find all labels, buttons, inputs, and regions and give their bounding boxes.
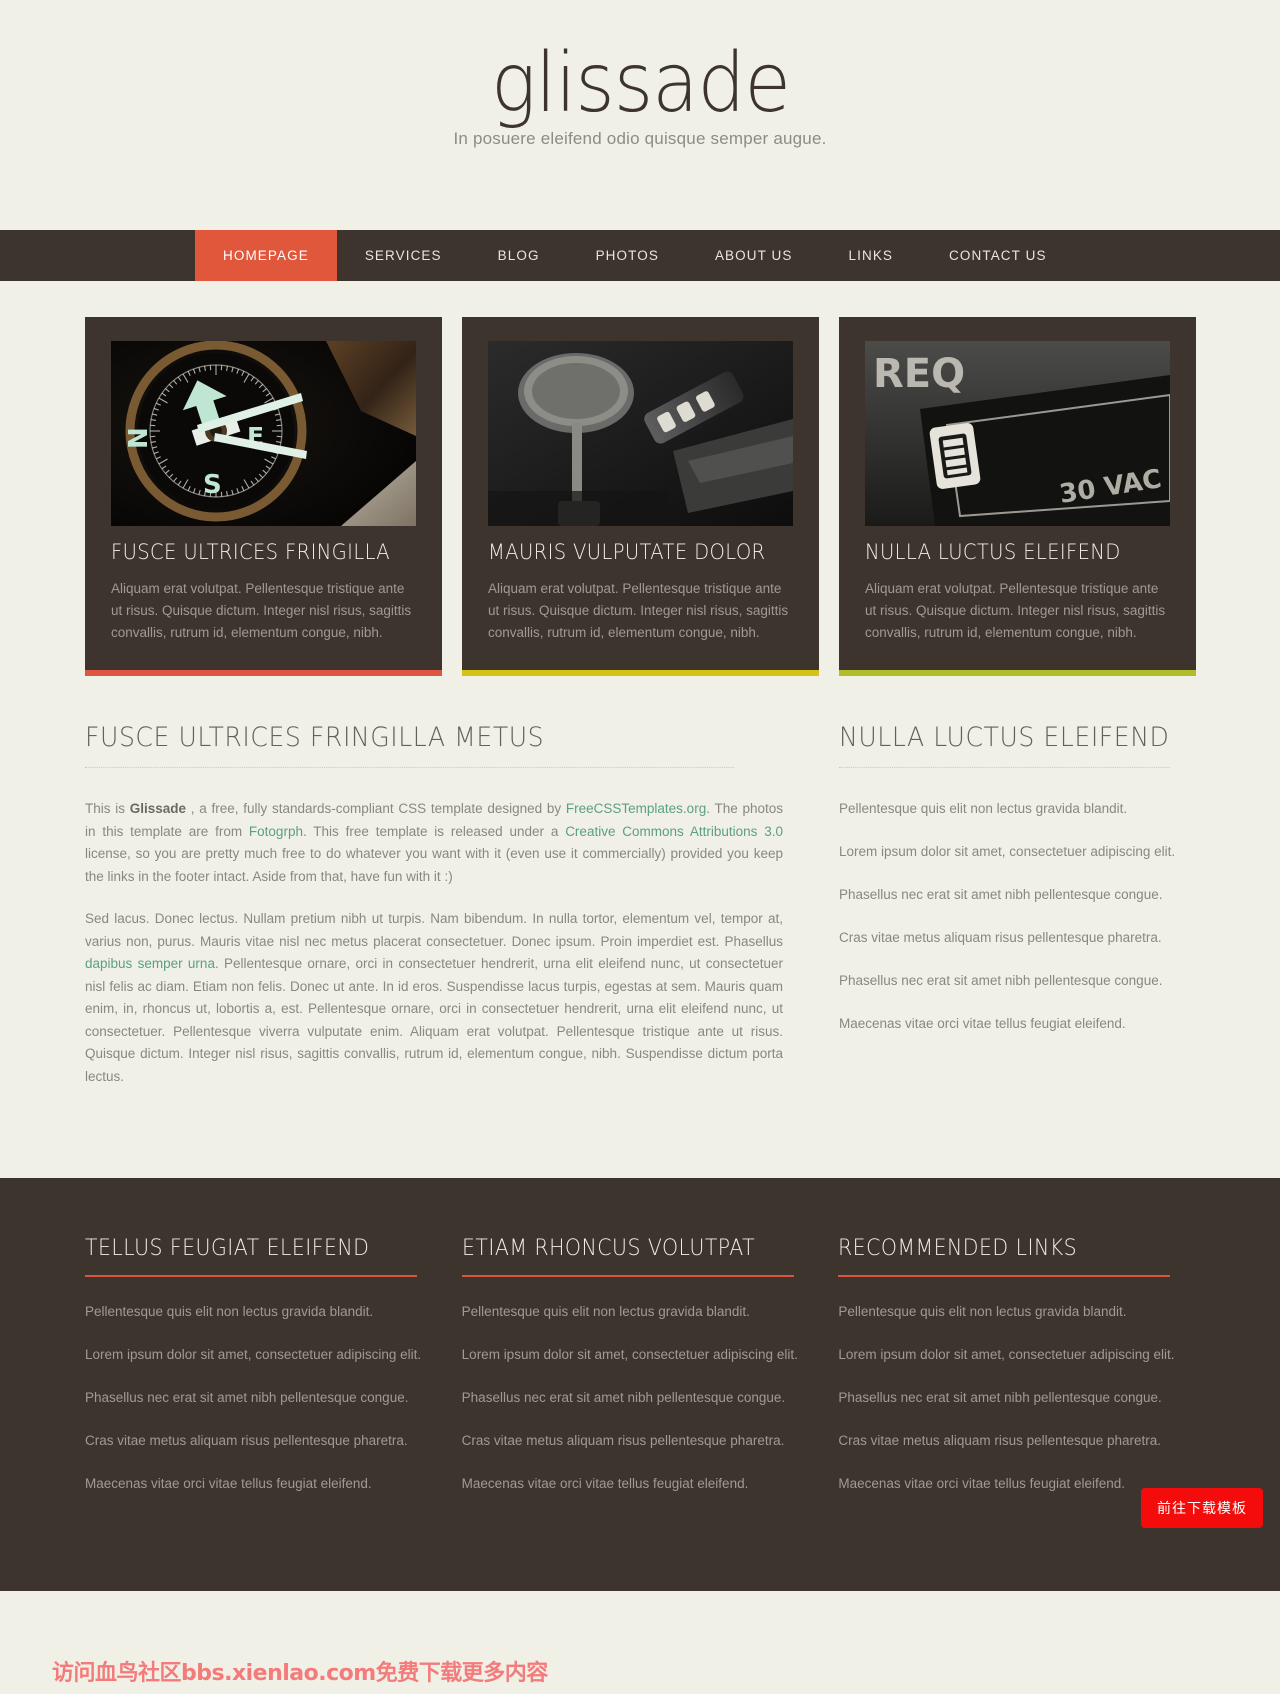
intro-text-5: license, so you are pretty much free to …	[85, 846, 783, 884]
footer-list-item: Maecenas vitae orci vitae tellus feugiat…	[85, 1476, 372, 1491]
feature-box-title: MAURIS VULPUTATE DOLOR	[488, 540, 766, 564]
feature-box-inner: N E S FUSCE ULTRICES FRINGILLA Aliquam er…	[111, 341, 416, 670]
nav-item-blog[interactable]: BLOG	[470, 230, 568, 281]
footer-column: TELLUS FEUGIAT ELEIFEND Pellentesque quis…	[85, 1236, 442, 1516]
dapibus-link[interactable]: dapibus semper urna	[85, 956, 215, 971]
feature-box-title: FUSCE ULTRICES FRINGILLA	[111, 540, 391, 564]
lorem-text-2: . Pellentesque ornare, orci in consectet…	[85, 956, 784, 1084]
feature-box: N E S FUSCE ULTRICES FRINGILLA Aliquam er…	[85, 317, 442, 676]
sidebar-list-item: Lorem ipsum dolor sit amet, consectetuer…	[839, 844, 1176, 859]
sidebar-list: Pellentesque quis elit non lectus gravid…	[839, 798, 1195, 1035]
sidebar-column: NULLA LUCTUS ELEIFEND Pellentesque quis …	[839, 722, 1195, 1108]
watermark-text: 访问血鸟社区bbs.xienlao.com免费下载更多内容	[52, 1661, 548, 1686]
nav-item-services[interactable]: SERVICES	[337, 230, 470, 281]
content-column: FUSCE ULTRICES FRINGILLA METUS This is G…	[85, 722, 783, 1108]
footer-list-item: Cras vitae metus aliquam risus pellentes…	[461, 1433, 785, 1448]
footer-list-item: Pellentesque quis elit non lectus gravid…	[85, 1304, 374, 1319]
feature-box-body: REQ 30 VAC NULLA LUCTUS ELEIFEND Aliquam …	[839, 317, 1196, 670]
footer-list-item: Pellentesque quis elit non lectus gravid…	[838, 1304, 1127, 1319]
feature-box: REQ 30 VAC NULLA LUCTUS ELEIFEND Aliquam …	[839, 317, 1196, 676]
main-navigation-bar: HOMEPAGE SERVICES BLOG PHOTOS ABOUT US LINKS C…	[0, 230, 1280, 281]
sidebar-list-item: Phasellus nec erat sit amet nibh pellent…	[839, 887, 1163, 902]
site-logo[interactable]: glissade	[491, 40, 791, 127]
intro-text-2: , a free, fully standards-compliant CSS …	[186, 801, 566, 816]
footer-list-item: Lorem ipsum dolor sit amet, consectetuer…	[838, 1347, 1175, 1362]
footer-column: RECOMMENDED LINKS Pellentesque quis elit …	[838, 1236, 1195, 1516]
lorem-paragraph: Sed lacus. Donec lectus. Nullam pretium …	[85, 908, 783, 1088]
footer-list-item: Cras vitae metus aliquam risus pellentes…	[85, 1433, 408, 1448]
nav-item-about-us[interactable]: ABOUT US	[687, 230, 821, 281]
footer-list-item: Maecenas vitae orci vitae tellus feugiat…	[461, 1476, 749, 1491]
fotogrph-link[interactable]: Fotogrph	[249, 824, 303, 839]
sidebar-list-item: Maecenas vitae orci vitae tellus feugiat…	[839, 1016, 1126, 1031]
svg-text:REQ: REQ	[873, 351, 965, 397]
feature-box-accent-strip	[839, 670, 1196, 676]
feature-box: MAURIS VULPUTATE DOLOR Aliquam erat volut…	[462, 317, 819, 676]
content-heading: FUSCE ULTRICES FRINGILLA METUS	[85, 722, 735, 768]
sidebar-list-item: Phasellus nec erat sit amet nibh pellent…	[839, 973, 1163, 988]
feature-box-accent-strip	[462, 670, 819, 676]
intro-paragraph: This is Glissade , a free, fully standar…	[85, 798, 783, 888]
nav-item-contact-us[interactable]: CONTACT US	[921, 230, 1075, 281]
feature-box-body: N E S FUSCE ULTRICES FRINGILLA Aliquam er…	[85, 317, 442, 670]
footer-list-item: Lorem ipsum dolor sit amet, consectetuer…	[461, 1347, 798, 1362]
macro-machine-photo	[488, 341, 793, 526]
footer-list-item: Phasellus nec erat sit amet nibh pellent…	[85, 1390, 409, 1405]
feature-boxes-section: N E S FUSCE ULTRICES FRINGILLA Aliquam er…	[0, 281, 1280, 722]
sidebar-heading: NULLA LUCTUS ELEIFEND	[839, 722, 1171, 768]
feature-box-accent-strip	[85, 670, 442, 676]
site-header: glissade In posuere eleifend odio quisqu…	[0, 0, 1280, 230]
download-template-button[interactable]: 前往下载模板	[1141, 1488, 1263, 1528]
feature-box-title: NULLA LUCTUS ELEIFEND	[865, 540, 1121, 564]
sidebar-list-item: Cras vitae metus aliquam risus pellentes…	[839, 930, 1162, 945]
compass-photo: N E S	[111, 341, 416, 526]
feature-box-text: Aliquam erat volutpat. Pellentesque tris…	[865, 581, 1166, 640]
footer-list-item: Phasellus nec erat sit amet nibh pellent…	[461, 1390, 786, 1405]
lorem-text-1: Sed lacus. Donec lectus. Nullam pretium …	[85, 911, 783, 949]
brand-name: Glissade	[129, 801, 187, 816]
intro-text-1: This is	[85, 801, 130, 816]
sidebar-list-item: Pellentesque quis elit non lectus gravid…	[839, 801, 1128, 816]
freecsstemplates-link[interactable]: FreeCSSTemplates.org	[566, 801, 706, 816]
intro-text-4: . This free template is released under a	[302, 823, 566, 839]
nav-item-photos[interactable]: PHOTOS	[568, 230, 687, 281]
feature-box-inner: REQ 30 VAC NULLA LUCTUS ELEIFEND Aliquam …	[865, 341, 1170, 670]
footer-column-title: RECOMMENDED LINKS	[838, 1236, 1171, 1277]
footer-list-item: Lorem ipsum dolor sit amet, consectetuer…	[85, 1347, 422, 1362]
main-navigation: HOMEPAGE SERVICES BLOG PHOTOS ABOUT US LINKS C…	[195, 230, 1075, 281]
footer-column-title: ETIAM RHONCUS VOLUTPAT	[461, 1236, 794, 1277]
switch-panel-photo: REQ 30 VAC	[865, 341, 1170, 526]
feature-box-text: Aliquam erat volutpat. Pellentesque tris…	[111, 581, 412, 640]
svg-text:S: S	[203, 470, 222, 500]
site-footer: TELLUS FEUGIAT ELEIFEND Pellentesque quis…	[0, 1178, 1280, 1591]
footer-columns: TELLUS FEUGIAT ELEIFEND Pellentesque quis…	[85, 1236, 1195, 1516]
creative-commons-link[interactable]: Creative Commons Attributions 3.0	[565, 824, 783, 839]
footer-list-item: Pellentesque quis elit non lectus gravid…	[461, 1304, 750, 1319]
feature-box-body: MAURIS VULPUTATE DOLOR Aliquam erat volut…	[462, 317, 819, 670]
footer-column-title: TELLUS FEUGIAT ELEIFEND	[85, 1236, 417, 1277]
footer-list-item: Cras vitae metus aliquam risus pellentes…	[838, 1433, 1162, 1448]
feature-boxes: N E S FUSCE ULTRICES FRINGILLA Aliquam er…	[85, 317, 1196, 676]
feature-box-inner: MAURIS VULPUTATE DOLOR Aliquam erat volut…	[488, 341, 793, 670]
svg-text:N: N	[124, 427, 154, 449]
site-tagline: In posuere eleifend odio quisque semper …	[453, 129, 827, 149]
footer-list-item: Phasellus nec erat sit amet nibh pellent…	[838, 1390, 1162, 1405]
footer-column: ETIAM RHONCUS VOLUTPAT Pellentesque quis …	[461, 1236, 819, 1516]
nav-item-homepage[interactable]: HOMEPAGE	[195, 230, 337, 281]
feature-box-text: Aliquam erat volutpat. Pellentesque tris…	[488, 581, 789, 640]
nav-item-links[interactable]: LINKS	[821, 230, 922, 281]
main-content-section: FUSCE ULTRICES FRINGILLA METUS This is G…	[0, 722, 1280, 1178]
